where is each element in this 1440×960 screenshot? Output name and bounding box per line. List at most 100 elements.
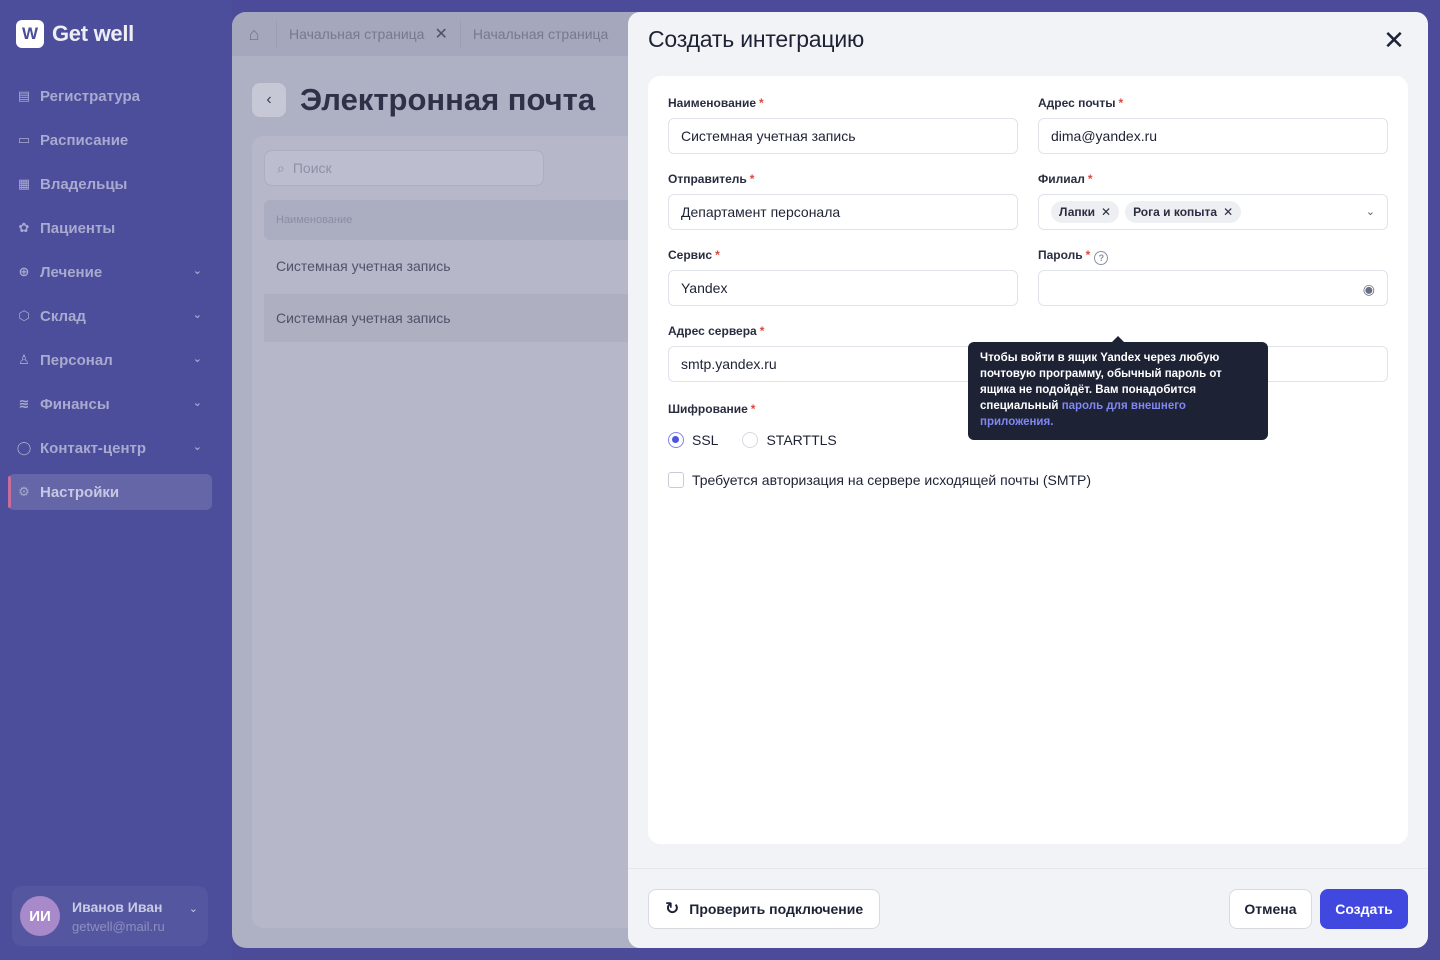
sidebar-item-warehouse[interactable]: ⬡ Склад ⌄: [8, 298, 212, 334]
required-mark: *: [715, 248, 720, 262]
sender-field: Отправитель * Департамент персонала: [668, 172, 1018, 230]
email-label: Адрес почты *: [1038, 96, 1388, 112]
user-card[interactable]: ИИ Иванов Иван getwell@mail.ru ⌄: [12, 886, 208, 946]
check-connection-button[interactable]: ↻ Проверить подключение: [648, 889, 881, 929]
integration-form: Наименование * Системная учетная запись А…: [648, 76, 1408, 844]
server-label: Адрес сервера *: [668, 324, 1018, 340]
required-mark: *: [1087, 172, 1093, 186]
required-mark: *: [749, 172, 755, 186]
port-label: [1038, 324, 1388, 340]
tab-home-2[interactable]: Начальная страница: [459, 20, 620, 48]
sidebar-item-label: Владельцы: [40, 175, 128, 193]
encryption-radios: SSL STARTTLS: [668, 432, 837, 448]
label-text: Сервис: [668, 248, 713, 262]
sidebar-item-contact-center[interactable]: ◯ Контакт-центр ⌄: [8, 430, 212, 466]
smtp-auth-checkbox[interactable]: Требуется авторизация на сервере исходящ…: [668, 472, 1091, 488]
avatar: ИИ: [20, 896, 60, 936]
chevron-down-icon: ⌄: [192, 353, 202, 365]
sender-input[interactable]: Департамент персонала: [668, 194, 1018, 230]
server-field: Адрес сервера * smtp.yandex.ru: [668, 324, 1018, 382]
search-input[interactable]: ⌕ Поиск: [264, 150, 544, 186]
box-icon: ⬡: [18, 308, 30, 323]
logo-text: Get well: [52, 21, 134, 46]
chip-remove-icon[interactable]: ✕: [1101, 205, 1111, 219]
home-icon[interactable]: ⌂: [232, 12, 276, 56]
radio-starttls[interactable]: STARTTLS: [742, 432, 837, 448]
sidebar-item-label: Финансы: [40, 395, 110, 413]
radio-indicator[interactable]: [742, 432, 759, 448]
required-mark: *: [759, 96, 764, 110]
radio-ssl[interactable]: SSL: [668, 432, 718, 448]
create-integration-modal: Создать интеграцию ✕ Наименование * Систе…: [628, 12, 1428, 948]
sidebar-item-settings[interactable]: ⚙ Настройки: [8, 474, 212, 510]
close-icon[interactable]: ✕: [1380, 26, 1408, 54]
service-field: Сервис * Yandex: [668, 248, 1018, 306]
eye-icon[interactable]: ◉: [1363, 281, 1375, 298]
branch-select[interactable]: Лапки ✕ Рога и копыта ✕ ⌄: [1038, 194, 1388, 230]
password-tooltip: Чтобы войти в ящик Yandex через любую по…: [968, 336, 1268, 440]
search-placeholder: Поиск: [292, 160, 332, 176]
sidebar-item-treatment[interactable]: ⊕ Лечение ⌄: [8, 254, 212, 290]
sidebar-item-label: Персонал: [40, 351, 113, 369]
branch-chip: Рога и копыта ✕: [1125, 201, 1242, 223]
sidebar-item-finance[interactable]: ≋ Финансы ⌄: [8, 386, 212, 422]
server-input[interactable]: smtp.yandex.ru: [668, 346, 1018, 382]
help-icon[interactable]: ?: [1094, 251, 1109, 265]
password-label: Пароль *?: [1038, 248, 1388, 265]
chevron-left-icon: ‹: [266, 91, 272, 108]
chevron-down-icon[interactable]: ⌄: [1366, 205, 1375, 218]
coins-icon: ≋: [18, 396, 30, 411]
refresh-icon: ↻: [665, 899, 680, 918]
chip-remove-icon[interactable]: ✕: [1223, 205, 1233, 219]
service-select[interactable]: Yandex: [668, 270, 1018, 306]
close-icon[interactable]: ✕: [434, 24, 447, 44]
cancel-button[interactable]: Отмена: [1229, 889, 1312, 929]
radio-indicator[interactable]: [668, 432, 684, 448]
page-header: ‹ Электронная почта: [252, 82, 595, 118]
label-text: Адрес сервера: [668, 324, 757, 338]
sidebar-item-registry[interactable]: ▤ Регистратура: [8, 78, 212, 114]
sidebar: W Get well ▤ Регистратура ▭ Расписание ▦ Вл…: [0, 0, 232, 960]
chip-label: Лапки: [1059, 205, 1096, 219]
modal-title: Создать интеграцию: [648, 26, 865, 52]
name-field: Наименование * Системная учетная запись: [668, 96, 1018, 154]
sidebar-item-label: Пациенты: [40, 219, 116, 237]
radio-label: SSL: [692, 432, 719, 448]
service-label: Сервис *: [668, 248, 1018, 264]
back-button[interactable]: ‹: [252, 83, 286, 117]
password-input[interactable]: ◉: [1038, 270, 1388, 306]
sidebar-item-owners[interactable]: ▦ Владельцы: [8, 166, 212, 202]
sidebar-item-label: Лечение: [40, 263, 103, 281]
sidebar-nav: ▤ Регистратура ▭ Расписание ▦ Владельцы ✿ Па…: [8, 78, 212, 518]
search-icon: ⌕: [277, 159, 285, 176]
tab-home-1[interactable]: Начальная страница ✕: [276, 20, 460, 48]
radio-label: STARTTLS: [766, 432, 837, 448]
tab-label: Начальная страница: [289, 26, 425, 42]
sidebar-item-patients[interactable]: ✿ Пациенты: [8, 210, 212, 246]
owners-icon: ▦: [17, 176, 31, 191]
logo[interactable]: W Get well: [16, 20, 134, 48]
medical-plus-icon: ⊕: [18, 264, 30, 279]
name-label: Наименование *: [668, 96, 1018, 112]
user-name: Иванов Иван: [72, 898, 163, 915]
page-title: Электронная почта: [300, 82, 596, 117]
branch-label: Филиал *: [1038, 172, 1388, 188]
chevron-down-icon[interactable]: ⌄: [189, 902, 198, 915]
chevron-down-icon: ⌄: [192, 397, 202, 409]
name-input[interactable]: Системная учетная запись: [668, 118, 1018, 154]
paw-icon: ✿: [18, 220, 30, 235]
label-text: Отправитель: [668, 172, 747, 186]
email-input[interactable]: dima@yandex.ru: [1038, 118, 1388, 154]
branch-chip: Лапки ✕: [1051, 201, 1120, 223]
chevron-down-icon: ⌄: [192, 265, 202, 277]
calendar-icon: ▭: [17, 132, 31, 147]
create-button[interactable]: Создать: [1320, 889, 1408, 929]
sidebar-item-staff[interactable]: ♙ Персонал ⌄: [8, 342, 212, 378]
sidebar-item-schedule[interactable]: ▭ Расписание: [8, 122, 212, 158]
chip-label: Рога и копыта: [1133, 205, 1218, 219]
label-text: Наименование: [668, 96, 757, 110]
checkbox[interactable]: [668, 472, 684, 488]
sidebar-item-label: Склад: [40, 307, 86, 325]
tab-label: Начальная страница: [472, 26, 609, 42]
label-text: Филиал: [1038, 172, 1085, 186]
